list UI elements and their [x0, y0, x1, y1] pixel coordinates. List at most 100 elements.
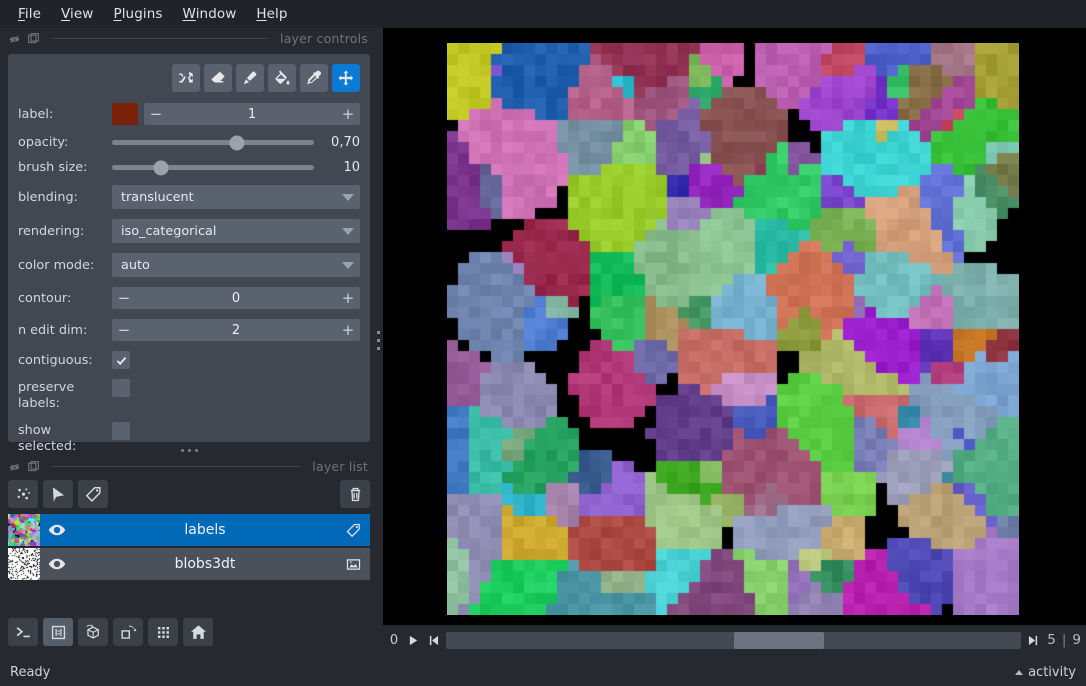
brush-size-caption: brush size:	[18, 160, 88, 175]
roll-dimensions-button[interactable]	[78, 618, 108, 646]
label-color-swatch[interactable]	[112, 103, 138, 125]
dims-axis-label: 0	[389, 632, 399, 648]
menu-view[interactable]: View	[51, 3, 103, 25]
close-dock-icon[interactable]	[27, 460, 40, 473]
new-shapes-layer-button[interactable]	[43, 480, 73, 508]
eyedropper-icon	[307, 70, 322, 85]
contour-value: 0	[231, 290, 241, 306]
color-mode-value: auto	[121, 257, 150, 273]
brush-size-row: 10	[112, 160, 360, 175]
color-mode-dropdown[interactable]: auto	[112, 253, 360, 277]
activity-button[interactable]: activity	[1015, 665, 1076, 680]
close-dock-icon[interactable]	[27, 32, 40, 45]
menu-file[interactable]: File	[8, 3, 51, 25]
show-selected-checkbox[interactable]	[112, 421, 130, 440]
float-dock-icon[interactable]	[8, 32, 21, 45]
eraser-button[interactable]	[204, 64, 232, 92]
n-edit-dim-decrement-button[interactable]: −	[112, 319, 136, 341]
eye-icon	[48, 524, 66, 536]
contour-spinbox[interactable]: − 0 +	[112, 287, 360, 309]
layer-controls-dock-header: layer controls	[0, 28, 378, 48]
fill-bucket-button[interactable]	[268, 64, 296, 92]
layer-controls-title: layer controls	[280, 30, 368, 46]
contour-caption: contour:	[18, 290, 72, 306]
color-picker-button[interactable]	[300, 64, 328, 92]
layer-type-icon-wrap	[336, 556, 370, 573]
new-labels-layer-button[interactable]	[78, 480, 108, 508]
n-edit-dim-spinbox[interactable]: − 2 +	[112, 319, 360, 341]
console-button[interactable]	[8, 618, 38, 646]
transpose-dimensions-button[interactable]	[113, 618, 143, 646]
paint-brush-button[interactable]	[236, 64, 264, 92]
dims-max-value: 9	[1072, 632, 1081, 648]
label-row: − 1 +	[112, 103, 360, 125]
blending-dropdown[interactable]: translucent	[112, 185, 360, 209]
labels-tag-icon	[85, 486, 101, 502]
dims-slider[interactable]	[446, 631, 1022, 649]
points-icon	[17, 487, 30, 499]
panel-splitter[interactable]	[374, 300, 382, 380]
contiguous-caption: contiguous:	[18, 352, 93, 368]
dims-slider-handle[interactable]	[733, 631, 824, 649]
next-frame-button[interactable]	[1026, 631, 1041, 649]
layer-visibility-toggle[interactable]	[40, 523, 74, 537]
float-dock-icon[interactable]	[8, 460, 21, 473]
previous-frame-button[interactable]	[426, 631, 441, 649]
reset-view-button[interactable]	[183, 618, 213, 646]
layer-list-dock-header: layer list	[0, 456, 378, 476]
contour-increment-button[interactable]: +	[336, 287, 360, 309]
n-edit-dim-value: 2	[231, 322, 241, 338]
blending-caption: blending:	[18, 189, 78, 205]
label-decrement-button[interactable]: −	[144, 103, 168, 125]
brush-size-slider[interactable]	[112, 160, 314, 175]
trash-icon	[350, 487, 360, 501]
opacity-value: 0,70	[331, 135, 360, 150]
home-icon	[190, 624, 206, 639]
label-spinbox[interactable]: − 1 +	[144, 103, 360, 125]
cube-roll-icon	[85, 624, 99, 639]
label-increment-button[interactable]: +	[336, 103, 360, 125]
n-edit-dim-caption: n edit dim:	[18, 322, 88, 338]
shuffle-colors-button[interactable]	[172, 64, 200, 92]
grid-icon	[157, 626, 169, 638]
opacity-slider-handle[interactable]	[229, 135, 245, 150]
layer-row-blobs3dt[interactable]: blobs3dt	[8, 548, 370, 580]
dock-header-rule	[52, 465, 301, 467]
grid-view-button[interactable]	[148, 618, 178, 646]
play-button[interactable]	[406, 631, 421, 649]
shuffle-icon	[179, 72, 193, 83]
brush-size-slider-handle[interactable]	[153, 160, 169, 175]
layer-controls-grid: label: − 1 + opacity: 0,70 brush size: 1…	[18, 103, 360, 455]
shapes-icon	[52, 486, 64, 502]
blobs-labels-canvas[interactable]	[447, 43, 1019, 615]
layer-visibility-toggle[interactable]	[40, 557, 74, 571]
layer-list-rows: labels blobs3dt	[0, 514, 378, 580]
preserve-labels-checkbox[interactable]	[112, 379, 130, 397]
rendering-dropdown[interactable]: iso_categorical	[112, 219, 360, 243]
transpose-icon	[120, 625, 136, 639]
ndisplay-icon	[51, 625, 65, 639]
menu-plugins[interactable]: Plugins	[103, 3, 172, 25]
pan-zoom-button[interactable]	[332, 64, 360, 92]
panel-resize-handle[interactable]	[8, 444, 370, 456]
opacity-slider[interactable]	[112, 135, 314, 150]
label-value: 1	[247, 106, 257, 122]
delete-layer-button[interactable]	[340, 480, 370, 508]
n-edit-dim-increment-button[interactable]: +	[336, 319, 360, 341]
layer-thumbnail	[8, 514, 40, 546]
eye-icon	[48, 558, 66, 570]
layer-controls-panel: label: − 1 + opacity: 0,70 brush size: 1…	[8, 54, 370, 454]
new-points-layer-button[interactable]	[8, 480, 38, 508]
contour-decrement-button[interactable]: −	[112, 287, 136, 309]
opacity-row: 0,70	[112, 135, 360, 150]
layer-row-labels[interactable]: labels	[8, 514, 370, 546]
ndisplay-toggle-button[interactable]	[43, 618, 73, 646]
layer-list-toolbar	[0, 476, 378, 514]
viewer-canvas[interactable]	[383, 28, 1086, 625]
status-message: Ready	[10, 665, 51, 680]
menu-window[interactable]: Window	[173, 3, 247, 25]
layer-name-label: blobs3dt	[174, 556, 236, 572]
contiguous-checkbox[interactable]	[112, 351, 130, 369]
menu-help[interactable]: Help	[246, 3, 297, 25]
rendering-caption: rendering:	[18, 223, 85, 239]
